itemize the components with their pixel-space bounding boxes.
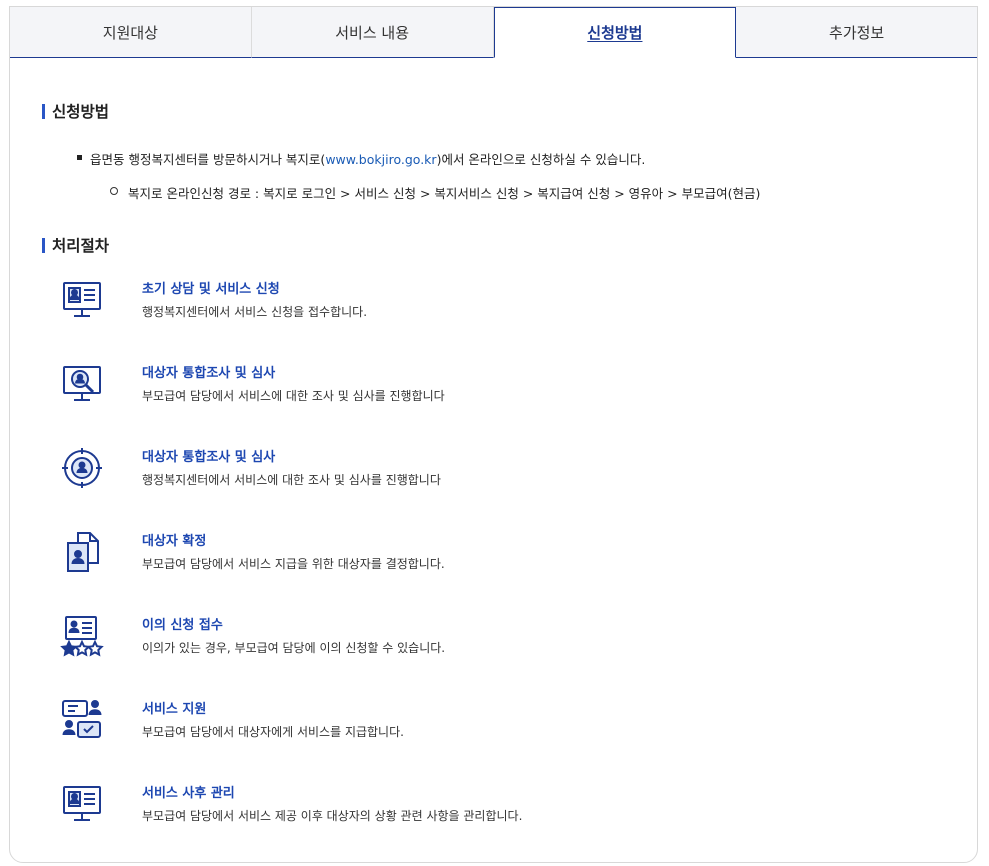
process-step: 서비스 사후 관리 부모급여 담당에서 서비스 제공 이후 대상자의 상황 관련…: [60, 782, 660, 838]
step-desc: 이의가 있는 경우, 부모급여 담당에 이의 신청할 수 있습니다.: [142, 641, 446, 655]
step-title: 서비스 사후 관리: [142, 786, 235, 801]
monitor-profile-icon: [60, 278, 104, 322]
section-title-process: 처리절차: [42, 237, 109, 255]
process-step: 이의 신청 접수 이의가 있는 경우, 부모급여 담당에 이의 신청할 수 있습…: [60, 614, 660, 670]
monitor-profile-icon: [60, 782, 104, 826]
detail-panel: 지원대상 서비스 내용 신청방법 추가정보 신청방법 읍면동 행정복지센터를 방…: [9, 6, 978, 863]
tab-service-content[interactable]: 서비스 내용: [251, 7, 494, 58]
process-step: 대상자 통합조사 및 심사 행정복지센터에서 서비스에 대한 조사 및 심사를 …: [60, 446, 660, 502]
process-step: 초기 상담 및 서비스 신청 행정복지센터에서 서비스 신청을 접수합니다.: [60, 278, 660, 334]
step-desc: 부모급여 담당에서 대상자에게 서비스를 지급합니다.: [142, 725, 404, 739]
target-person-icon: [60, 446, 104, 490]
step-title: 초기 상담 및 서비스 신청: [142, 282, 280, 297]
profile-stars-icon: [60, 614, 104, 658]
step-title: 서비스 지원: [142, 702, 207, 717]
step-desc: 부모급여 담당에서 서비스 제공 이후 대상자의 상황 관련 사항을 관리합니다…: [142, 809, 523, 823]
bokjiro-link[interactable]: www.bokjiro.go.kr: [325, 152, 436, 167]
tab-additional-info[interactable]: 추가정보: [736, 7, 977, 58]
step-title: 이의 신청 접수: [142, 618, 223, 633]
process-step: 대상자 통합조사 및 심사 부모급여 담당에서 서비스에 대한 조사 및 심사를…: [60, 362, 660, 418]
step-title: 대상자 통합조사 및 심사: [142, 366, 276, 381]
step-desc: 부모급여 담당에서 서비스 지급을 위한 대상자를 결정합니다.: [142, 557, 445, 571]
tab-application-method[interactable]: 신청방법: [493, 7, 737, 58]
step-desc: 부모급여 담당에서 서비스에 대한 조사 및 심사를 진행합니다: [142, 389, 445, 403]
step-desc: 행정복지센터에서 서비스 신청을 접수합니다.: [142, 305, 368, 319]
tab-eligibility[interactable]: 지원대상: [10, 7, 252, 58]
apply-bullet: 읍면동 행정복지센터를 방문하시거나 복지로(www.bokjiro.go.kr…: [76, 149, 646, 168]
step-title: 대상자 통합조사 및 심사: [142, 450, 276, 465]
apply-text-after: )에서 온라인으로 신청하실 수 있습니다.: [436, 152, 646, 167]
chat-support-icon: [60, 698, 104, 742]
step-title: 대상자 확정: [142, 534, 207, 549]
monitor-search-icon: [60, 362, 104, 406]
process-step: 대상자 확정 부모급여 담당에서 서비스 지급을 위한 대상자를 결정합니다.: [60, 530, 660, 586]
apply-text-before: 읍면동 행정복지센터를 방문하시거나 복지로(: [90, 152, 326, 167]
apply-sub-bullet: 복지로 온라인신청 경로 : 복지로 로그인 > 서비스 신청 > 복지서비스 …: [109, 183, 760, 202]
section-title-apply: 신청방법: [42, 103, 109, 121]
tab-bar: 지원대상 서비스 내용 신청방법 추가정보: [10, 7, 977, 58]
step-desc: 행정복지센터에서 서비스에 대한 조사 및 심사를 진행합니다: [142, 473, 441, 487]
process-step: 서비스 지원 부모급여 담당에서 대상자에게 서비스를 지급합니다.: [60, 698, 660, 754]
document-person-icon: [60, 530, 104, 574]
